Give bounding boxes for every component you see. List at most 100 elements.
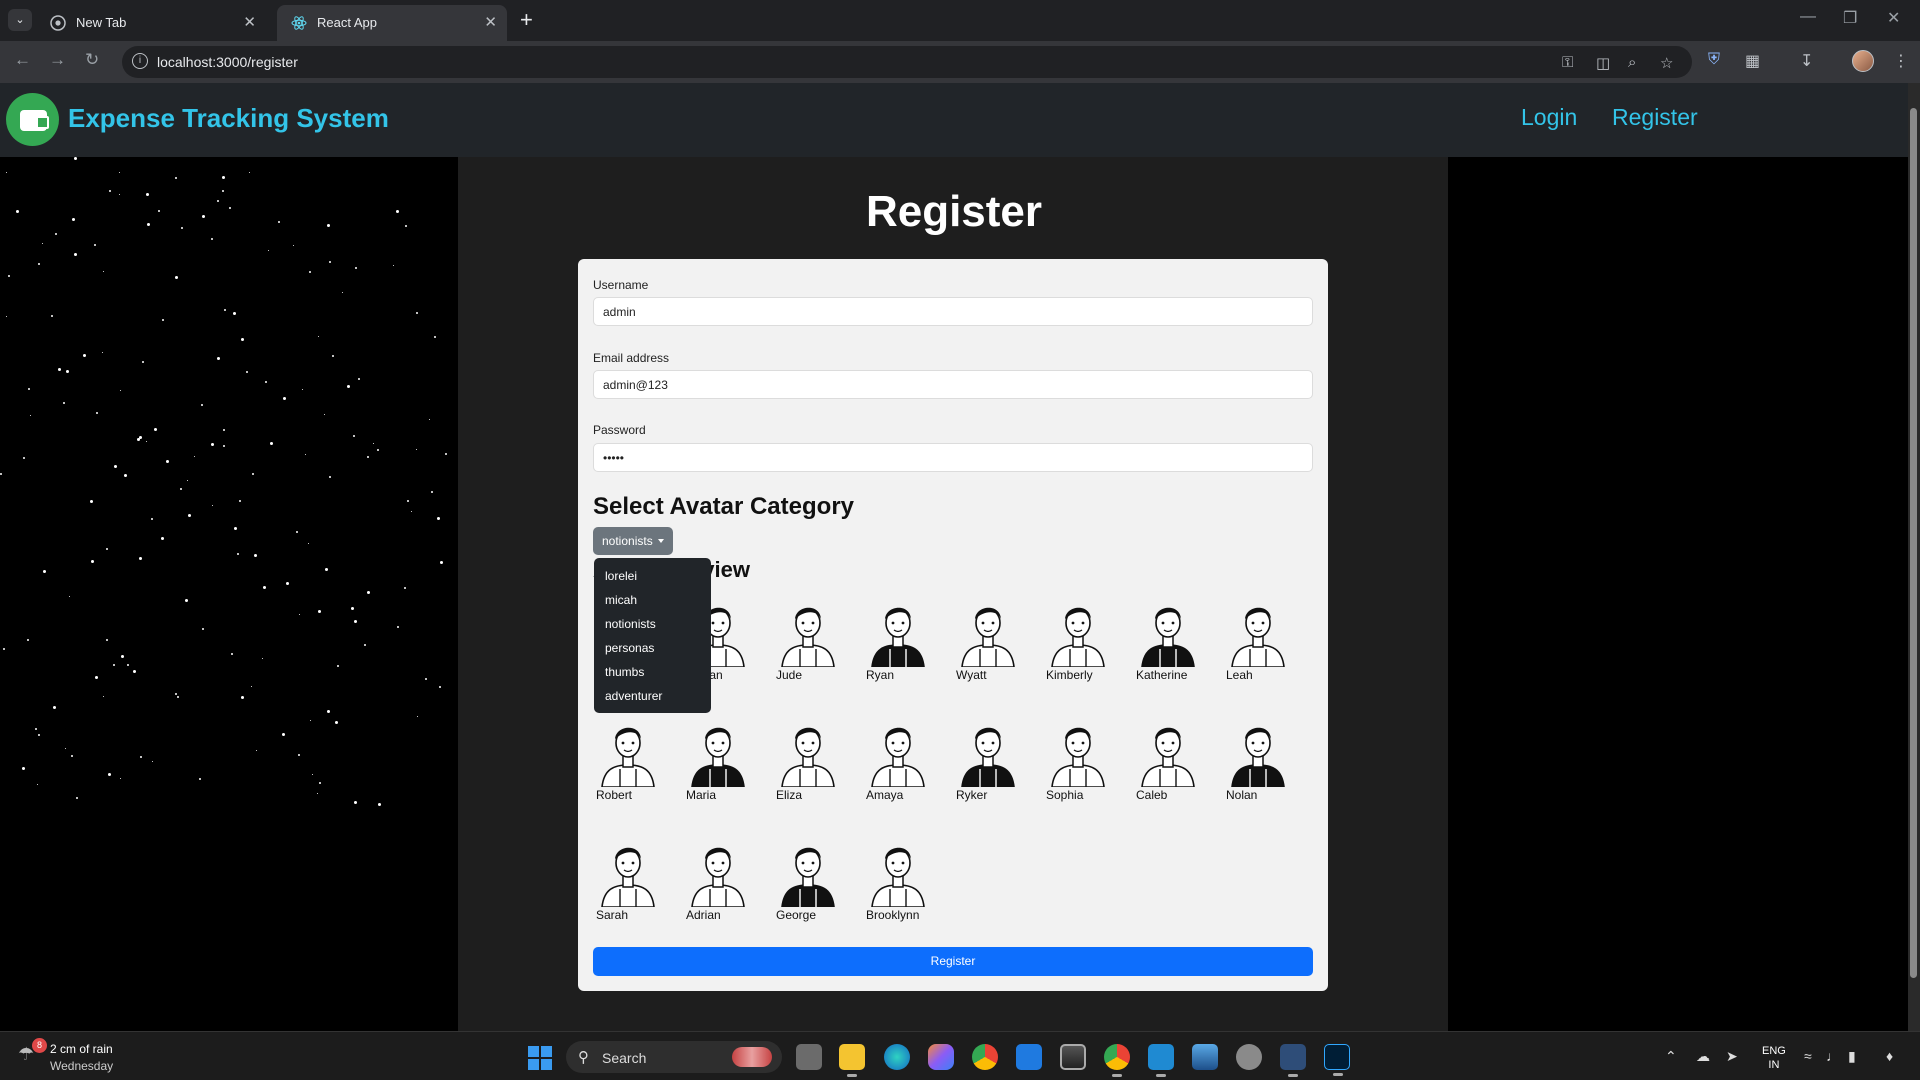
- back-arrow-icon[interactable]: ←: [14, 50, 31, 70]
- avatar-option[interactable]: Adrian: [682, 839, 754, 925]
- minimize-icon[interactable]: —: [1800, 8, 1816, 26]
- avatar-option[interactable]: Maria: [682, 719, 754, 805]
- email-input[interactable]: admin@123: [593, 370, 1313, 399]
- store-icon[interactable]: [1060, 1044, 1086, 1070]
- menu-item-adventurer[interactable]: adventurer: [594, 684, 711, 708]
- vscode-icon[interactable]: [1148, 1044, 1174, 1077]
- weather-text[interactable]: 2 cm of rain: [50, 1042, 113, 1056]
- tray-chevron-up-icon[interactable]: ⌃: [1665, 1048, 1677, 1065]
- windows-start-icon[interactable]: [528, 1046, 552, 1070]
- wifi-icon[interactable]: ≈: [1804, 1048, 1812, 1064]
- window-close-icon[interactable]: ✕: [1887, 8, 1900, 28]
- password-key-icon[interactable]: ⚿: [1562, 54, 1573, 71]
- shield-extension-icon[interactable]: ⛨: [1708, 51, 1720, 69]
- volume-icon[interactable]: ♩: [1826, 1048, 1840, 1064]
- browser-toolbar: ← → ↻ i localhost:3000/register ⚿ ◫ ⌕ ☆ …: [0, 41, 1920, 83]
- nav-register-link[interactable]: Register: [1612, 104, 1698, 131]
- photoshop-icon[interactable]: [1324, 1044, 1350, 1076]
- register-button[interactable]: Register: [593, 947, 1313, 976]
- star-dot: [241, 696, 244, 699]
- profile-avatar[interactable]: [1852, 50, 1874, 72]
- app-navbar: Expense Tracking System Login Register: [0, 83, 1908, 157]
- avatar-option[interactable]: Caleb: [1132, 719, 1204, 805]
- brand-title[interactable]: Expense Tracking System: [68, 103, 389, 134]
- avatar-option[interactable]: Jude: [772, 599, 844, 685]
- copilot-icon[interactable]: [928, 1044, 954, 1070]
- avatar-option[interactable]: Sarah: [592, 839, 664, 925]
- avatar-category-heading: Select Avatar Category: [593, 493, 854, 520]
- avatar-option[interactable]: Robert: [592, 719, 664, 805]
- onedrive-off-icon[interactable]: ☁: [1696, 1048, 1710, 1065]
- task-view-icon[interactable]: [796, 1044, 822, 1070]
- nav-login-link[interactable]: Login: [1521, 104, 1577, 131]
- file-explorer-icon[interactable]: [839, 1044, 865, 1077]
- avatar-option[interactable]: Kimberly: [1042, 599, 1114, 685]
- menu-item-notionists[interactable]: notionists: [594, 612, 711, 636]
- site-info-icon[interactable]: i: [132, 53, 148, 69]
- close-icon[interactable]: ✕: [484, 13, 497, 31]
- avatar-option[interactable]: Ryker: [952, 719, 1024, 805]
- battery-icon[interactable]: ▮: [1848, 1048, 1856, 1065]
- tab-react-app[interactable]: React App ✕: [277, 5, 507, 41]
- menu-item-thumbs[interactable]: thumbs: [594, 660, 711, 684]
- star-dot: [393, 265, 394, 266]
- star-dot: [335, 721, 338, 724]
- edge-icon[interactable]: [884, 1044, 910, 1070]
- snip-sketch-icon[interactable]: [1280, 1044, 1306, 1077]
- avatar-option[interactable]: George: [772, 839, 844, 925]
- reload-icon[interactable]: ↻: [85, 50, 99, 70]
- install-app-icon[interactable]: ◫: [1596, 54, 1610, 72]
- avatar-option[interactable]: Sophia: [1042, 719, 1114, 805]
- address-bar[interactable]: i localhost:3000/register ⚿ ◫ ⌕ ☆: [122, 46, 1692, 78]
- chrome-taskbar-icon[interactable]: [972, 1044, 998, 1070]
- menu-kebab-icon[interactable]: ⋮: [1893, 51, 1909, 71]
- weather-day[interactable]: Wednesday: [50, 1059, 113, 1073]
- star-dot: [161, 537, 164, 540]
- avatar-category-dropdown[interactable]: notionists: [593, 527, 673, 555]
- location-icon[interactable]: ➤: [1726, 1048, 1738, 1065]
- extensions-puzzle-icon[interactable]: ▦: [1745, 51, 1760, 71]
- tab-search-button[interactable]: ⌄: [8, 9, 32, 31]
- avatar-option[interactable]: Amaya: [862, 719, 934, 805]
- tab-new-tab[interactable]: New Tab ✕: [36, 5, 266, 41]
- avatar-option[interactable]: Wyatt: [952, 599, 1024, 685]
- star-dot: [0, 473, 2, 475]
- avatar-option[interactable]: Nolan: [1222, 719, 1294, 805]
- settings-gear-icon[interactable]: [1236, 1044, 1262, 1070]
- username-input[interactable]: admin: [593, 297, 1313, 326]
- avatar-option[interactable]: Eliza: [772, 719, 844, 805]
- bookmark-star-icon[interactable]: ☆: [1660, 54, 1673, 72]
- star-dot: [188, 514, 191, 517]
- menu-item-micah[interactable]: micah: [594, 588, 711, 612]
- avatar-option[interactable]: Leah: [1222, 599, 1294, 685]
- restore-icon[interactable]: ❐: [1843, 8, 1857, 28]
- avatar-illustration-icon: [1051, 607, 1105, 667]
- star-dot: [434, 336, 436, 338]
- download-icon[interactable]: ↧: [1800, 51, 1813, 71]
- avatar-illustration-icon: [1141, 607, 1195, 667]
- avatar-option[interactable]: Katherine: [1132, 599, 1204, 685]
- star-dot: [246, 371, 248, 373]
- avatar-option[interactable]: Brooklynn: [862, 839, 934, 925]
- star-dot: [65, 748, 66, 749]
- wallet-logo-icon[interactable]: [6, 93, 59, 146]
- star-dot: [302, 389, 303, 390]
- taskbar-search[interactable]: ⚲ Search: [566, 1041, 782, 1073]
- chrome-profile-icon[interactable]: [1104, 1044, 1130, 1077]
- photos-icon[interactable]: [1192, 1044, 1218, 1070]
- star-dot: [298, 754, 300, 756]
- new-tab-plus-icon[interactable]: +: [520, 7, 533, 33]
- menu-item-personas[interactable]: personas: [594, 636, 711, 660]
- notification-bell-icon[interactable]: ♦: [1886, 1048, 1893, 1064]
- zoom-icon[interactable]: ⌕: [1628, 54, 1636, 71]
- menu-item-lorelei[interactable]: lorelei: [594, 564, 711, 588]
- url-text[interactable]: localhost:3000/register: [157, 54, 298, 70]
- star-dot: [241, 338, 244, 341]
- avatar-option[interactable]: Ryan: [862, 599, 934, 685]
- language-indicator[interactable]: ENG IN: [1762, 1044, 1786, 1072]
- forward-arrow-icon[interactable]: →: [49, 50, 66, 70]
- close-icon[interactable]: ✕: [243, 13, 256, 31]
- scrollbar-thumb[interactable]: [1910, 108, 1917, 978]
- password-input[interactable]: •••••: [593, 443, 1313, 472]
- snipping-tool-icon[interactable]: [1016, 1044, 1042, 1070]
